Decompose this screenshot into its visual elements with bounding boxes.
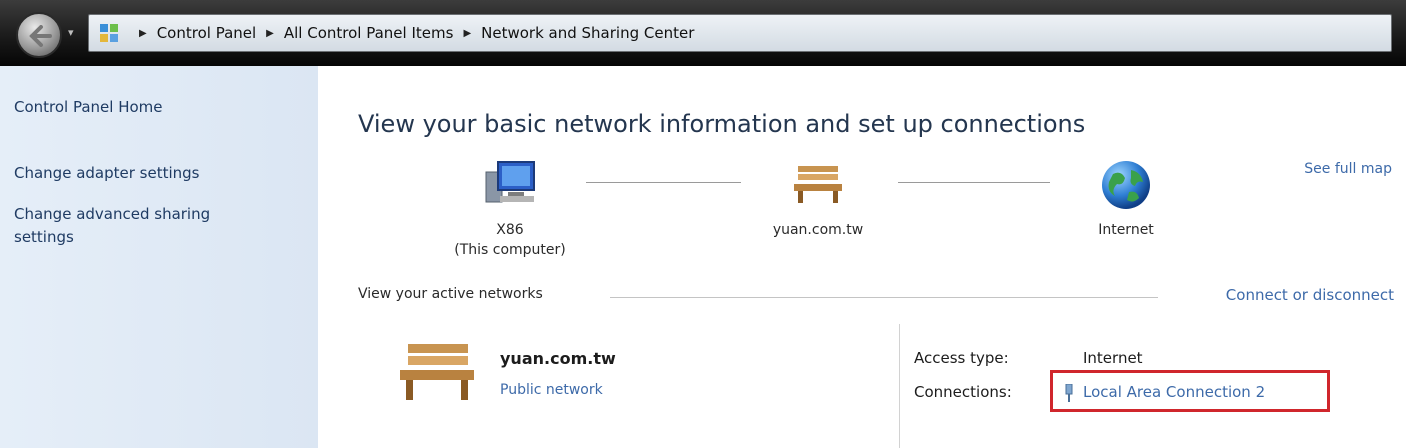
address-bar[interactable]: ▶ Control Panel ▶ All Control Panel Item… [88, 14, 1392, 52]
network-category-link[interactable]: Public network [500, 382, 603, 398]
back-button[interactable] [16, 12, 62, 58]
internet-label: Internet [1098, 222, 1154, 238]
computer-subtitle: (This computer) [454, 242, 566, 258]
map-node-network[interactable]: yuan.com.tw [738, 158, 898, 240]
control-panel-icon [100, 24, 118, 42]
main-content: View your basic network information and … [318, 66, 1406, 448]
access-type-label: Access type: [914, 349, 1009, 367]
divider [610, 297, 1158, 298]
connect-or-disconnect-link[interactable]: Connect or disconnect [1226, 286, 1394, 304]
recent-pages-dropdown-icon[interactable]: ▾ [68, 26, 74, 39]
divider [899, 324, 900, 448]
connections-label: Connections: [914, 383, 1012, 401]
local-area-connection-link[interactable]: Local Area Connection 2 [1083, 383, 1265, 401]
map-node-computer: X86 (This computer) [430, 158, 590, 260]
map-connector-line [898, 182, 1050, 183]
map-connector-line [586, 182, 741, 183]
back-arrow-icon [29, 25, 52, 47]
breadcrumb-separator-icon[interactable]: ▶ [463, 28, 471, 39]
breadcrumb-separator-icon: ▶ [139, 27, 147, 39]
see-full-map-link[interactable]: See full map [1304, 161, 1392, 177]
title-bar: ▾ ▶ Control Panel ▶ All Control Panel It… [0, 0, 1406, 66]
sidebar: Control Panel Home Change adapter settin… [0, 66, 318, 448]
breadcrumb-separator-icon[interactable]: ▶ [266, 28, 274, 39]
bench-icon [794, 166, 842, 203]
active-network-name: yuan.com.tw [500, 349, 616, 368]
page-title: View your basic network information and … [358, 110, 1086, 138]
breadcrumb-control-panel[interactable]: Control Panel [157, 24, 256, 42]
map-node-internet[interactable]: Internet [1046, 158, 1206, 240]
sidebar-item-change-advanced-sharing-settings[interactable]: Change advanced sharing settings [14, 203, 274, 249]
ethernet-connection-icon [1065, 384, 1073, 402]
breadcrumb-all-control-panel-items[interactable]: All Control Panel Items [284, 24, 454, 42]
access-type-value: Internet [1083, 349, 1143, 367]
computer-icon [485, 161, 535, 203]
active-networks-heading: View your active networks [358, 286, 543, 302]
breadcrumb-network-and-sharing-center[interactable]: Network and Sharing Center [481, 24, 694, 42]
network-name: yuan.com.tw [772, 222, 864, 238]
sidebar-item-change-adapter-settings[interactable]: Change adapter settings [14, 162, 200, 185]
globe-icon [1102, 161, 1150, 209]
computer-name: X86 [496, 222, 524, 238]
bench-icon [400, 344, 474, 400]
sidebar-item-control-panel-home[interactable]: Control Panel Home [14, 96, 163, 119]
